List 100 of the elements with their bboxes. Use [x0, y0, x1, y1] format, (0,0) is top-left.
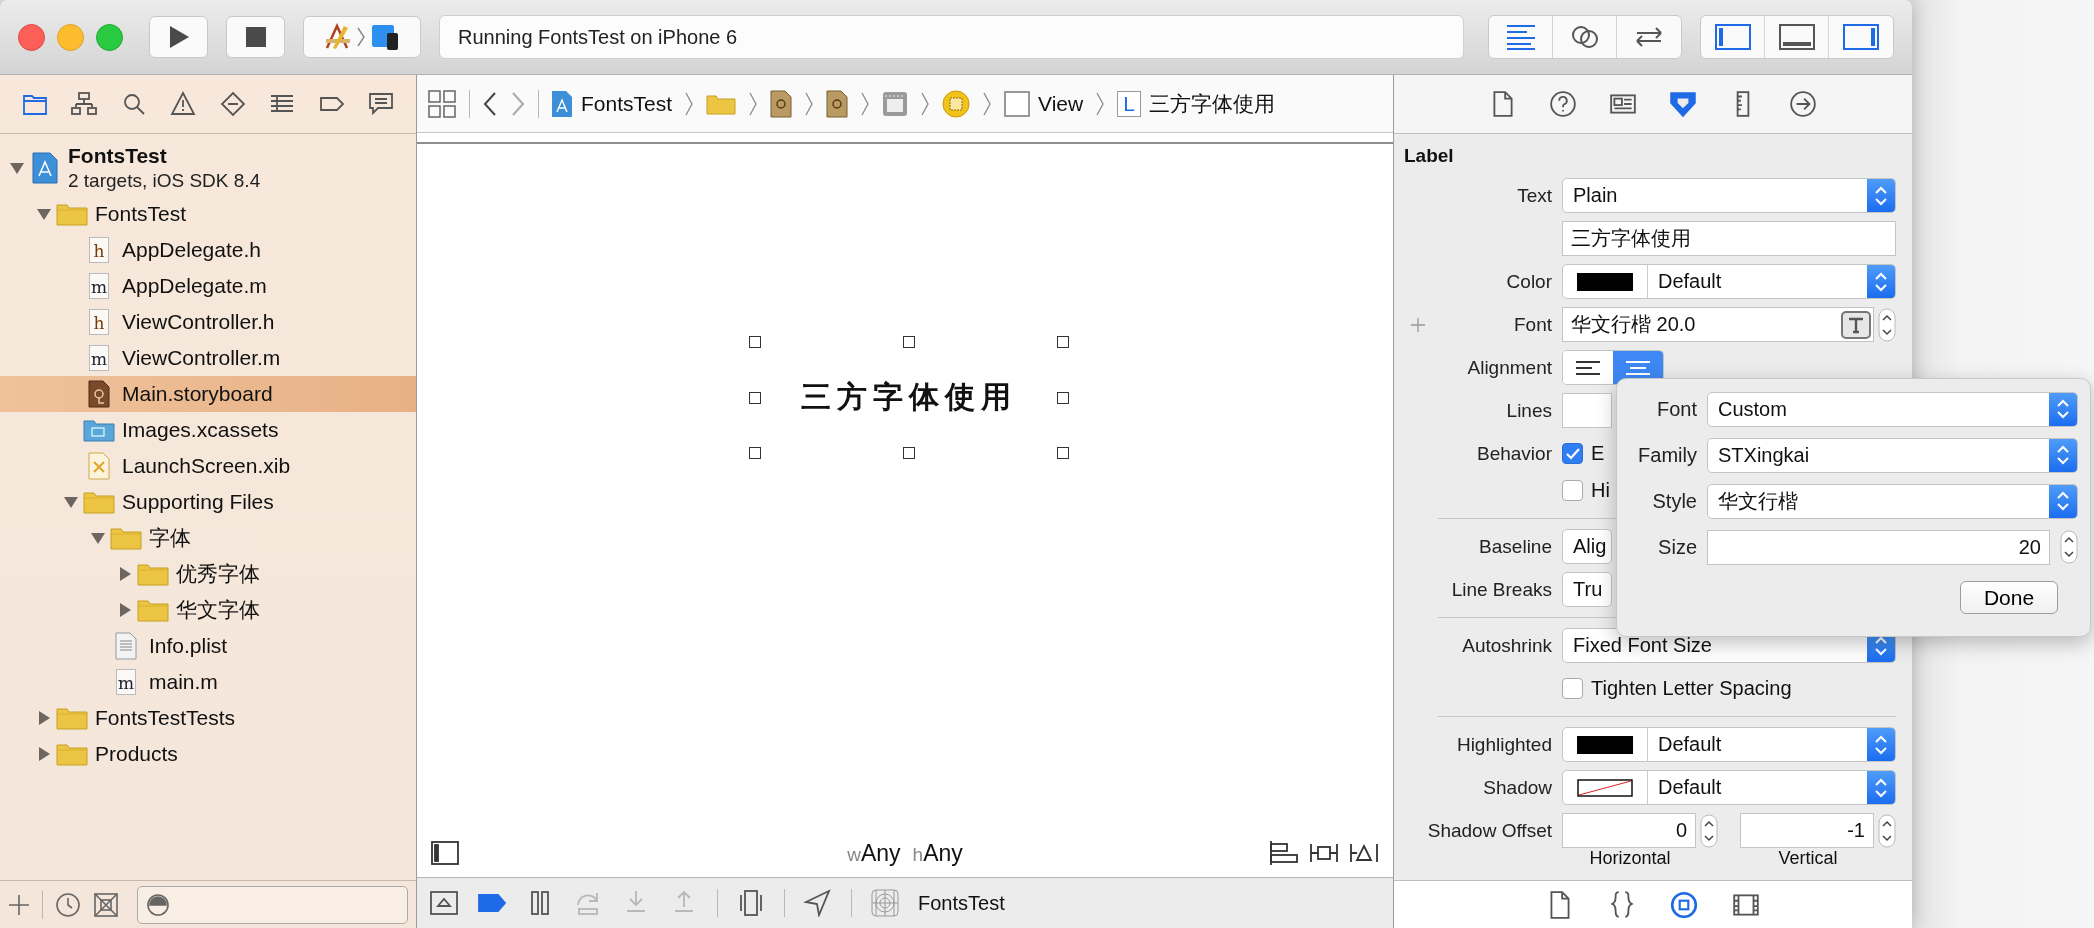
- file-tree-item[interactable]: FontsTest 2 targets, iOS SDK 8.4: [0, 140, 416, 196]
- highlighted-checkbox[interactable]: Hi: [1562, 479, 1610, 502]
- style-dropdown[interactable]: 华文行楷: [1707, 483, 2078, 519]
- breadcrumb-item[interactable]: L 三方字体使用: [1117, 89, 1276, 118]
- resize-handle[interactable]: [903, 336, 915, 348]
- file-tree-item[interactable]: 字体: [0, 520, 416, 556]
- project-name: FontsTest: [68, 143, 168, 168]
- baseline-dropdown[interactable]: Alig: [1562, 529, 1612, 564]
- file-tree-item[interactable]: FontsTest: [0, 196, 416, 232]
- collapse-triangle-icon[interactable]: [63, 495, 79, 509]
- filter-field[interactable]: [137, 885, 408, 924]
- file-tree-item[interactable]: m ViewController.m: [0, 340, 416, 376]
- view-controller-icon: [942, 89, 971, 118]
- reports-navigator-icon[interactable]: [367, 91, 396, 117]
- resize-handle[interactable]: [749, 336, 761, 348]
- file-tree-item[interactable]: Products: [0, 736, 416, 772]
- field-label: Autoshrink: [1461, 634, 1552, 657]
- stepper-icon[interactable]: [1878, 813, 1896, 848]
- attributes-inspector-icon[interactable]: [1669, 90, 1697, 118]
- shadow-color-dropdown[interactable]: Default: [1562, 770, 1896, 805]
- file-tree-item[interactable]: LaunchScreen.xib: [0, 448, 416, 484]
- checkbox[interactable]: [1562, 678, 1583, 699]
- file-tree-item[interactable]: h AppDelegate.h: [0, 232, 416, 268]
- file-tree-item[interactable]: FontsTestTests: [0, 700, 416, 736]
- file-tree-item[interactable]: Info.plist: [0, 628, 416, 664]
- size-class-control[interactable]: wAny hAny: [847, 839, 963, 867]
- checkbox[interactable]: [1562, 480, 1583, 501]
- code-library-icon[interactable]: [1608, 889, 1636, 920]
- resize-handle[interactable]: [749, 447, 761, 459]
- stop-button[interactable]: [226, 16, 285, 58]
- font-dropdown[interactable]: Custom: [1707, 391, 2078, 427]
- collapse-triangle-icon[interactable]: [90, 531, 106, 545]
- breadcrumb-item[interactable]: FontsTest: [551, 89, 673, 118]
- tests-navigator-icon[interactable]: [218, 91, 247, 117]
- updown-icon: [2056, 444, 2070, 466]
- collapse-triangle-icon[interactable]: [36, 207, 52, 221]
- help-inspector-icon[interactable]: [1549, 90, 1577, 118]
- expand-triangle-icon[interactable]: [36, 711, 52, 725]
- add-icon[interactable]: [8, 893, 30, 916]
- breadcrumb-item[interactable]: [826, 89, 849, 118]
- object-library-icon[interactable]: [1670, 889, 1698, 920]
- breadcrumb-item[interactable]: View: [1004, 90, 1084, 117]
- line-breaks-dropdown[interactable]: Tru: [1562, 572, 1612, 607]
- run-button[interactable]: [149, 16, 208, 58]
- file-tree-item[interactable]: 优秀字体: [0, 556, 416, 592]
- text-type-dropdown[interactable]: Plain: [1562, 178, 1896, 213]
- resize-handle[interactable]: [749, 391, 761, 404]
- clock-icon[interactable]: [55, 891, 81, 918]
- scm-filter-icon[interactable]: [93, 891, 119, 918]
- expand-triangle-icon[interactable]: [36, 747, 52, 761]
- collapse-triangle-icon[interactable]: [9, 161, 25, 175]
- symbols-navigator-icon[interactable]: [70, 91, 99, 117]
- close-button[interactable]: [18, 23, 45, 51]
- updown-icon: [1874, 270, 1888, 293]
- stepper-icon[interactable]: [1878, 307, 1896, 342]
- file-tree-item[interactable]: 华文字体: [0, 592, 416, 628]
- location-icon[interactable]: [803, 889, 833, 917]
- filter-icon: [146, 892, 170, 917]
- resize-handle[interactable]: [1057, 391, 1069, 404]
- outline-toggle-icon[interactable]: [431, 841, 459, 865]
- resize-handle[interactable]: [1057, 336, 1069, 348]
- field-label: Font: [1513, 313, 1552, 336]
- font-field[interactable]: 华文行楷 20.0: [1562, 307, 1874, 342]
- vertical-offset-field[interactable]: -1: [1740, 813, 1874, 848]
- checkbox[interactable]: [1562, 443, 1583, 464]
- horizontal-offset-field[interactable]: 0: [1562, 813, 1696, 848]
- resize-handle[interactable]: [1057, 447, 1069, 459]
- family-dropdown[interactable]: STXingkai: [1707, 437, 2078, 473]
- file-tree-item[interactable]: Supporting Files: [0, 484, 416, 520]
- enabled-checkbox[interactable]: E: [1562, 442, 1605, 465]
- breadcrumb-item[interactable]: [770, 89, 793, 118]
- text-input[interactable]: 三方字体使用: [1562, 221, 1896, 256]
- back-icon[interactable]: [482, 90, 498, 117]
- file-tree-item[interactable]: Main.storyboard: [0, 376, 416, 412]
- issues-navigator-icon[interactable]: [169, 91, 198, 117]
- file-tree-item[interactable]: h ViewController.h: [0, 304, 416, 340]
- color-dropdown[interactable]: Default: [1562, 264, 1896, 299]
- source-file-icon: m: [89, 273, 109, 299]
- highlighted-color-dropdown[interactable]: Default: [1562, 727, 1896, 762]
- connections-inspector-icon[interactable]: [1789, 90, 1817, 118]
- file-tree-item[interactable]: m main.m: [0, 664, 416, 700]
- align-icon[interactable]: [1269, 840, 1299, 866]
- related-items-icon[interactable]: [427, 88, 457, 119]
- stepper-icon[interactable]: [1700, 813, 1718, 848]
- font-picker-icon[interactable]: [1841, 310, 1871, 339]
- stepper-icon[interactable]: [2060, 530, 2078, 564]
- expand-triangle-icon[interactable]: [117, 567, 133, 581]
- chevron-icon: [748, 90, 759, 117]
- lines-field[interactable]: [1562, 393, 1612, 428]
- size-field[interactable]: 20: [1707, 529, 2050, 565]
- chevron-icon: [804, 90, 815, 117]
- console-icon[interactable]: [429, 889, 459, 917]
- expand-triangle-icon[interactable]: [117, 603, 133, 617]
- file-tree-item[interactable]: m AppDelegate.m: [0, 268, 416, 304]
- done-button[interactable]: Done: [1960, 581, 2058, 614]
- scheme-selector[interactable]: [303, 16, 421, 58]
- resize-handle[interactable]: [903, 447, 915, 459]
- field-label: Alignment: [1466, 356, 1552, 379]
- file-tree-item[interactable]: Images.xcassets: [0, 412, 416, 448]
- selected-label[interactable]: 三方字体使用: [749, 336, 1069, 459]
